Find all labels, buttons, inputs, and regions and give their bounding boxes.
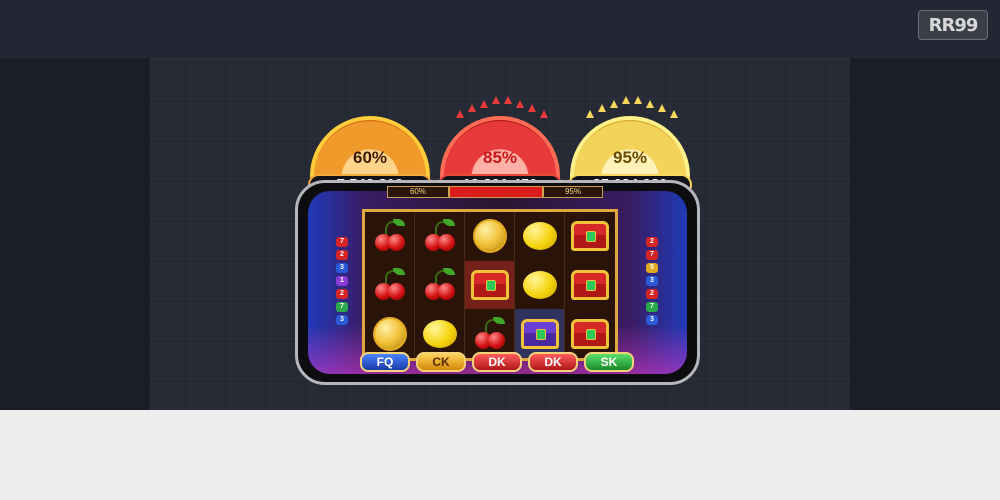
- up-arrows-icon: [580, 88, 680, 118]
- reel-cell: [565, 309, 615, 358]
- fq-button[interactable]: FQ: [360, 352, 410, 372]
- cherry-icon: [423, 267, 457, 302]
- payline-marker[interactable]: 2: [336, 250, 348, 260]
- progress-right-label: 95%: [543, 186, 603, 198]
- reel-cell: [415, 260, 465, 310]
- top-bar: RR99: [0, 0, 1000, 58]
- payline-marker[interactable]: 2: [646, 237, 658, 247]
- payline-marker[interactable]: 7: [646, 302, 658, 312]
- gold-coin-icon: [472, 219, 507, 254]
- payline-marker[interactable]: 3: [646, 315, 658, 325]
- cherry-icon: [423, 219, 457, 253]
- reel-cell: [365, 212, 415, 261]
- reel-cell: [365, 309, 415, 358]
- reel-cell: [365, 260, 415, 310]
- payline-marker[interactable]: 3: [336, 263, 348, 273]
- gold-coin-icon: [372, 316, 407, 351]
- side-lines-right: 2 7 5 3 2 7 3: [646, 237, 658, 328]
- payline-marker[interactable]: 2: [336, 289, 348, 299]
- reel-cell: [565, 261, 615, 310]
- gauge-dial: [440, 116, 560, 178]
- reel-cell: [515, 309, 565, 358]
- cherry-icon: [373, 267, 407, 302]
- progress-left-label: 60%: [387, 186, 449, 198]
- game-banner: 60% 7,542,310 85% 12,891,450: [0, 58, 1000, 410]
- dk-button[interactable]: DK: [472, 352, 522, 372]
- payline-marker[interactable]: 2: [646, 289, 658, 299]
- treasure-chest-icon: [470, 269, 509, 300]
- reel-cell: [515, 260, 565, 310]
- reel-cell: [465, 309, 515, 358]
- cherry-icon: [473, 316, 507, 351]
- jackpot-progress-bar: 60% 95%: [387, 186, 603, 198]
- brand-logo[interactable]: RR99: [918, 10, 988, 40]
- gauge-percent: 85%: [482, 148, 518, 167]
- progress-fill: [449, 186, 543, 198]
- treasure-chest-icon: [571, 318, 609, 349]
- payline-marker[interactable]: 7: [646, 250, 658, 260]
- reel-cell: [515, 212, 565, 261]
- lemon-icon: [522, 270, 557, 299]
- up-arrows-icon: [450, 88, 550, 118]
- reel-cell: [565, 212, 615, 261]
- dk-button-2[interactable]: DK: [528, 352, 578, 372]
- reel-cell: [415, 212, 465, 261]
- payline-marker[interactable]: 3: [646, 276, 658, 286]
- payline-marker[interactable]: 7: [336, 237, 348, 247]
- treasure-chest-blue-icon: [520, 318, 559, 349]
- reel-cell: [415, 309, 465, 358]
- cherry-icon: [373, 219, 407, 253]
- payline-marker[interactable]: 5: [646, 263, 658, 273]
- logo-text: RR99: [928, 14, 979, 36]
- ck-button[interactable]: CK: [416, 352, 466, 372]
- action-buttons: FQ CK DK DK SK: [360, 352, 644, 376]
- treasure-chest-icon: [571, 221, 609, 252]
- reel-grid: [362, 209, 618, 361]
- gauge-dial: [570, 116, 690, 178]
- lemon-icon: [522, 222, 557, 251]
- side-lines-left: 7 2 3 1 2 7 3: [336, 237, 348, 328]
- gauge-percent: 60%: [352, 148, 388, 167]
- payline-marker[interactable]: 1: [336, 276, 348, 286]
- reel-cell: [465, 212, 515, 261]
- gauge-dial: [310, 116, 430, 178]
- lemon-icon: [422, 319, 457, 348]
- sk-button[interactable]: SK: [584, 352, 634, 372]
- payline-marker[interactable]: 3: [336, 315, 348, 325]
- gauge-percent: 95%: [612, 148, 648, 167]
- reel-cell: [465, 260, 515, 310]
- treasure-chest-icon: [571, 269, 609, 300]
- banner-panel: 60% 7,542,310 85% 12,891,450: [150, 58, 850, 410]
- slot-machine-screen: 7 2 3 1 2 7 3 2 7 5 3 2 7 3: [308, 191, 687, 374]
- payline-marker[interactable]: 7: [336, 302, 348, 312]
